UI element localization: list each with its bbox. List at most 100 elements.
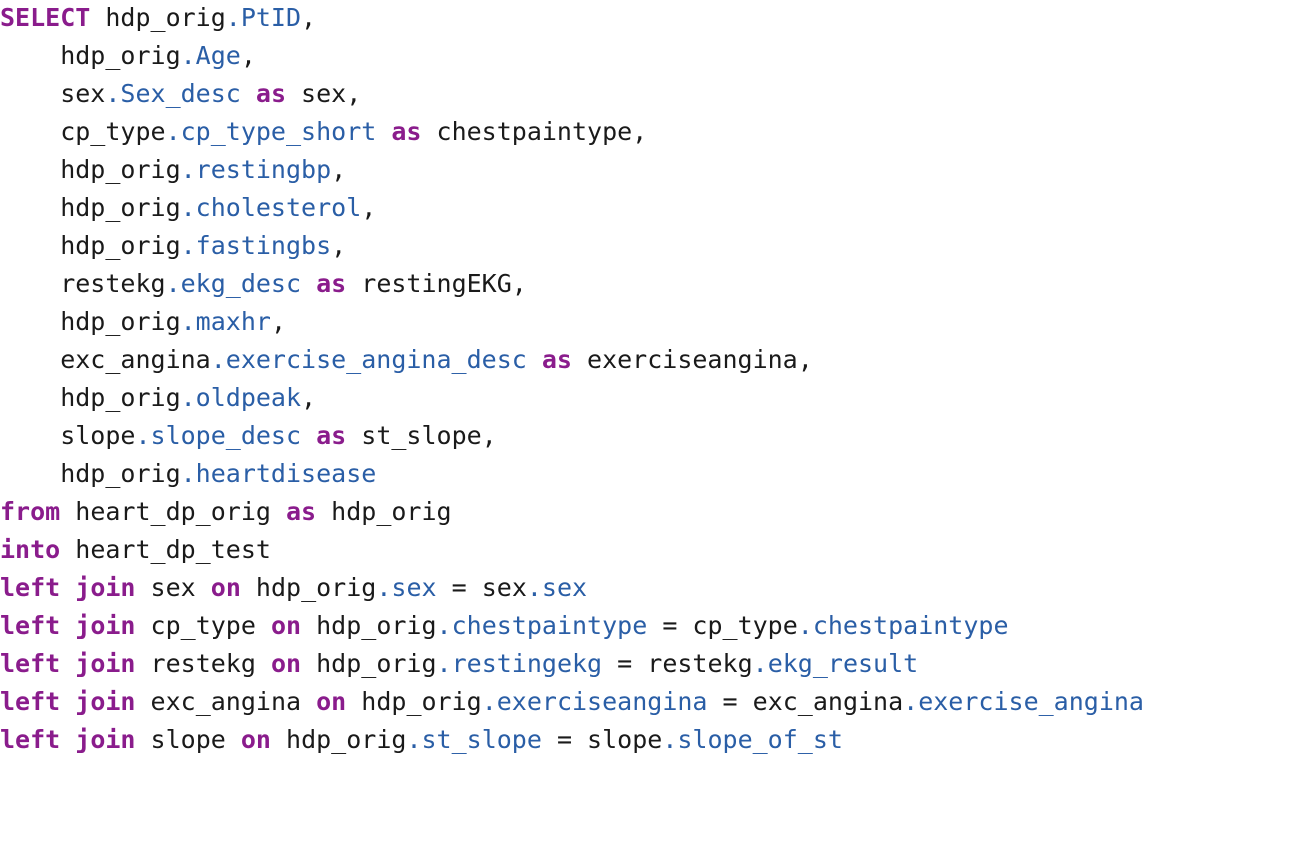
column-name: .Sex_desc (105, 79, 241, 108)
code-text: hdp_orig (90, 3, 226, 32)
code-line: sex.Sex_desc as sex, (0, 73, 1298, 115)
code-line: left join slope on hdp_orig.st_slope = s… (0, 719, 1298, 761)
code-text: hdp_orig (0, 383, 181, 412)
column-name: .restingekg (436, 649, 603, 678)
sql-keyword: SELECT (0, 3, 91, 32)
sql-code-block: SELECT hdp_orig.PtID, hdp_orig.Age, sex.… (0, 0, 1298, 843)
code-line: cp_type.cp_type_short as chestpaintype, (0, 111, 1298, 153)
sql-keyword: left (0, 725, 61, 754)
sql-keyword: left (0, 649, 61, 678)
column-name: .slope_of_st (662, 725, 843, 754)
code-text: , (240, 41, 256, 70)
code-line: from heart_dp_orig as hdp_orig (0, 491, 1298, 533)
sql-keyword: left (0, 687, 61, 716)
code-text: hdp_orig (0, 459, 181, 488)
column-name: .slope_desc (135, 421, 302, 450)
code-line: left join sex on hdp_orig.sex = sex.sex (0, 567, 1298, 609)
sql-keyword: into (0, 535, 61, 564)
code-text: hdp_orig (240, 573, 377, 602)
column-name: .cp_type_short (165, 117, 377, 146)
code-text: exc_angina (135, 687, 317, 716)
column-name: .exercise_angina_desc (210, 345, 527, 374)
code-text: hdp_orig (0, 155, 181, 184)
code-line: hdp_orig.maxhr, (0, 301, 1298, 343)
sql-keyword: as (541, 345, 572, 374)
code-line: SELECT hdp_orig.PtID, (0, 0, 1298, 39)
column-name: .Age (180, 41, 241, 70)
column-name: .sex (376, 573, 437, 602)
column-name: .chestpaintype (436, 611, 648, 640)
sql-keyword: join (75, 725, 136, 754)
code-text: hdp_orig (346, 687, 482, 716)
column-name: .maxhr (180, 307, 271, 336)
sql-keyword: from (0, 497, 61, 526)
code-text: = cp_type (647, 611, 798, 640)
code-line: hdp_orig.cholesterol, (0, 187, 1298, 229)
code-text: sex (0, 79, 106, 108)
sql-keyword: left (0, 611, 61, 640)
code-line: slope.slope_desc as st_slope, (0, 415, 1298, 457)
code-text: sex, (286, 79, 362, 108)
sql-keyword: on (240, 725, 271, 754)
column-name: .restingbp (180, 155, 332, 184)
code-text: cp_type (0, 117, 166, 146)
sql-keyword: as (255, 79, 286, 108)
sql-keyword: on (316, 687, 347, 716)
code-line: hdp_orig.fastingbs, (0, 225, 1298, 267)
sql-keyword: join (75, 573, 136, 602)
code-text: hdp_orig (0, 231, 181, 260)
column-name: .ekg_desc (165, 269, 302, 298)
code-text: heart_dp_orig (60, 497, 286, 526)
code-text: sex (135, 573, 211, 602)
sql-keyword: as (286, 497, 317, 526)
sql-keyword: join (75, 649, 136, 678)
column-name: .ekg_result (752, 649, 919, 678)
code-line: hdp_orig.Age, (0, 35, 1298, 77)
column-name: .exercise_angina (903, 687, 1144, 716)
code-line: hdp_orig.heartdisease (0, 453, 1298, 495)
code-line: left join exc_angina on hdp_orig.exercis… (0, 681, 1298, 723)
code-text: heart_dp_test (60, 535, 271, 564)
sql-keyword: on (210, 573, 241, 602)
code-text: hdp_orig (0, 193, 181, 222)
code-text: restingEKG, (346, 269, 527, 298)
code-text: cp_type (135, 611, 271, 640)
column-name: .fastingbs (180, 231, 332, 260)
code-text: = sex (436, 573, 527, 602)
code-line: hdp_orig.oldpeak, (0, 377, 1298, 419)
code-text: , (331, 231, 347, 260)
code-text: chestpaintype, (421, 117, 648, 146)
code-text: = slope (541, 725, 663, 754)
column-name: .sex (526, 573, 588, 602)
code-text: , (361, 193, 377, 222)
code-text: restekg (135, 649, 271, 678)
column-name: .cholesterol (180, 193, 362, 222)
sql-keyword: as (316, 269, 347, 298)
code-text: hdp_orig (301, 611, 437, 640)
code-text: exc_angina (0, 345, 211, 374)
sql-keyword: as (391, 117, 422, 146)
column-name: .chestpaintype (797, 611, 1009, 640)
sql-keyword: join (75, 611, 136, 640)
sql-keyword: on (270, 649, 302, 678)
column-name: .oldpeak (180, 383, 302, 412)
code-text: , (301, 383, 317, 412)
code-text: = exc_angina (707, 687, 904, 716)
code-line: left join cp_type on hdp_orig.chestpaint… (0, 605, 1298, 647)
code-line: left join restekg on hdp_orig.restingekg… (0, 643, 1298, 685)
code-text: , (270, 307, 286, 336)
code-line: hdp_orig.restingbp, (0, 149, 1298, 191)
code-text: hdp_orig (316, 497, 452, 526)
code-text: restekg (0, 269, 166, 298)
code-line: exc_angina.exercise_angina_desc as exerc… (0, 339, 1298, 381)
column-name: .PtID (225, 3, 302, 32)
code-text: slope (0, 421, 136, 450)
